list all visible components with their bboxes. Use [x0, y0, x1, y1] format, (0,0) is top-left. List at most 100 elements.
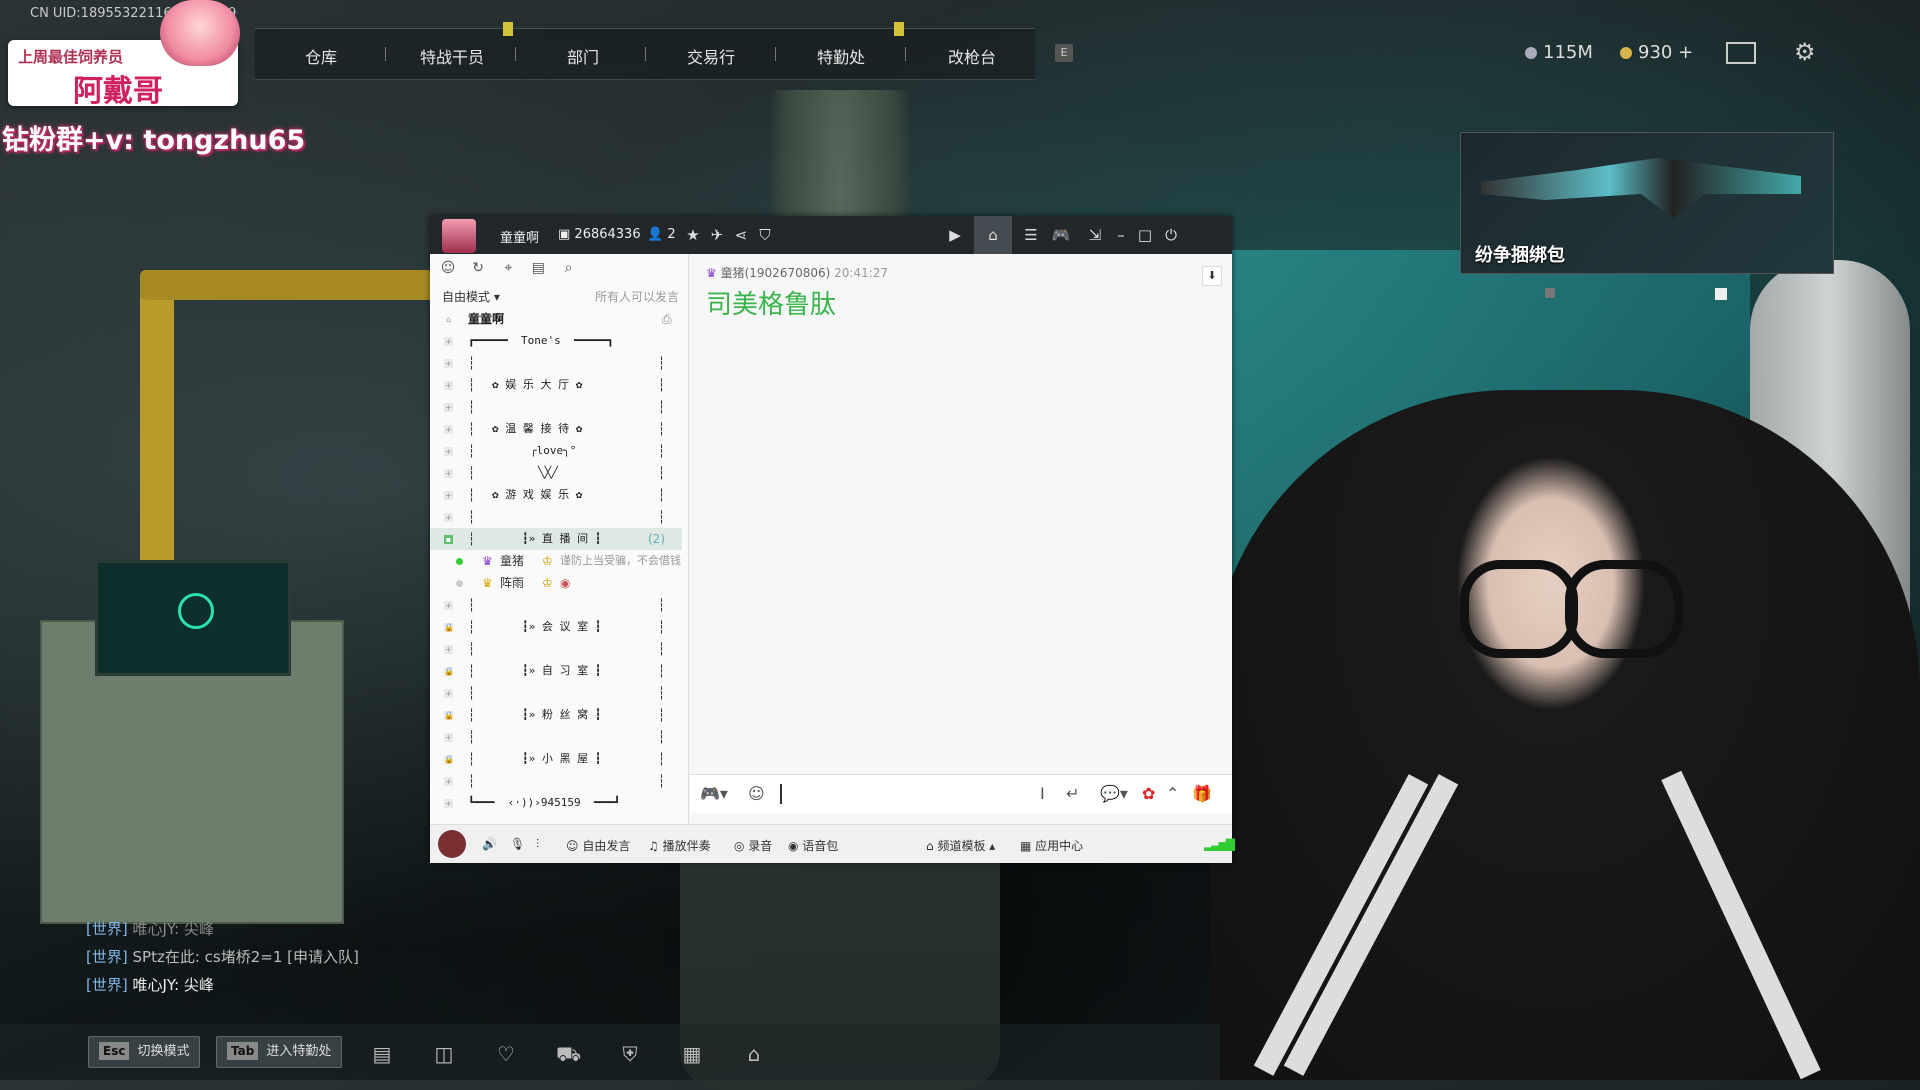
channel-item[interactable]: + ┆ ┆: [430, 726, 682, 748]
channel-item[interactable]: + ┆ ✿ 娱 乐 大 厅 ✿ ┆: [430, 374, 682, 396]
gift-icon[interactable]: 🎁: [1192, 784, 1212, 803]
minimize-icon[interactable]: –: [1110, 224, 1132, 246]
gear-icon[interactable]: ⚙: [1794, 38, 1816, 66]
scroll-bottom-icon[interactable]: ⬇: [1202, 266, 1222, 286]
channel-item[interactable]: 🔒 ┆ ┇» 小 黑 屋 ┇ ┆: [430, 748, 682, 770]
speaker-icon[interactable]: 🔊: [482, 837, 497, 851]
channel-template-button[interactable]: ⌂ 频道模板 ▴: [926, 837, 995, 854]
anime-girl-avatar: [160, 0, 240, 66]
maximize-icon[interactable]: □: [1134, 224, 1156, 246]
calendar-icon[interactable]: ▦: [680, 1042, 704, 1066]
channel-item[interactable]: + ┆ ✿ 游 戏 娱 乐 ✿ ┆: [430, 484, 682, 506]
gamepad-icon[interactable]: 🎮▾: [700, 784, 728, 803]
switch-mode-button[interactable]: Esc 切换模式: [88, 1036, 201, 1068]
carousel-dots: [1545, 286, 1765, 300]
channel-item[interactable]: + ┗━━━ ‹·))›945159 ━━━┛: [430, 792, 682, 814]
channel-item[interactable]: + ┆ ╭love╮° ┆: [430, 440, 682, 462]
channel-item[interactable]: + ┆ ┆: [430, 638, 682, 660]
message-meta: ♛ 童猪(1902670806) 20:41:27: [706, 266, 889, 280]
permission-label: 所有人可以发言: [595, 290, 680, 304]
channel-item[interactable]: 🔒 ┆ ┇» 会 议 室 ┇ ┆: [430, 616, 682, 638]
channel-avatar[interactable]: [442, 219, 476, 253]
sliders-icon[interactable]: ⫶: [536, 837, 539, 852]
shield-icon[interactable]: ⛉: [754, 224, 776, 246]
enter-special-ops-button[interactable]: Tab 进入特勤处: [216, 1036, 343, 1068]
crown-icon: ♔: [542, 554, 553, 568]
nav-department[interactable]: 部门: [567, 44, 599, 68]
channel-item[interactable]: + ┆ ┆: [430, 594, 682, 616]
app-center-button[interactable]: ▦ 应用中心: [1020, 837, 1083, 854]
user-row[interactable]: ♛ 童猪 ♔ 谨防上当受骗，不会借钱: [430, 550, 682, 572]
record-button[interactable]: ◎ 录音: [734, 837, 772, 854]
channel-item[interactable]: 🔒 ┆ ┇» 自 习 室 ┇ ┆: [430, 660, 682, 682]
channel-item[interactable]: + ┏━━━━━ Tone's ━━━━━┓: [430, 330, 682, 352]
cart-icon[interactable]: ⛟: [556, 1042, 581, 1066]
gold-coin-icon: [1620, 47, 1632, 59]
plane-icon[interactable]: ✈: [706, 224, 728, 246]
speech-bubble-icon[interactable]: 💬▾: [1100, 784, 1128, 803]
bundle-promo[interactable]: 纷争捆绑包: [1460, 132, 1834, 274]
nav-operators[interactable]: 特战干员: [420, 44, 484, 68]
channel-root[interactable]: ⌂ 童童啊 ⎙: [430, 308, 682, 330]
enter-icon[interactable]: ↵: [1066, 784, 1079, 803]
world-chat-line: [世界] SPtz在此: cs堵桥2=1 [申请入队]: [86, 948, 359, 966]
channel-item[interactable]: + ┆ ✿ 温 馨 接 待 ✿ ┆: [430, 418, 682, 440]
channel-item[interactable]: + ┆ ╲╳╱ ┆: [430, 462, 682, 484]
nav-gunsmith[interactable]: 改枪台: [948, 44, 996, 68]
chat-input-bar[interactable]: 🎮▾ ☺ I ↵ 💬▾ ✿ ⌃ 🎁: [690, 774, 1232, 813]
user-row[interactable]: ♛ 阵雨 ♔ ◉: [430, 572, 682, 594]
user-icon[interactable]: ☺: [438, 260, 458, 280]
mode-select[interactable]: 自由模式 ▾: [442, 288, 500, 305]
shield-heart-icon[interactable]: ♡: [494, 1042, 518, 1066]
lock-icon: ⎙: [662, 312, 672, 326]
flower-icon[interactable]: ✿: [1142, 784, 1155, 803]
live-room-channel[interactable]: ▪ ┆ ┇» 直 播 间 ┇ (2): [430, 528, 682, 550]
nav-warehouse[interactable]: 仓库: [305, 44, 337, 68]
mic-icon[interactable]: 🎙: [510, 837, 525, 851]
free-speak-toggle[interactable]: ☺ 自由发言: [566, 837, 630, 854]
world-chat-line: [世界] 唯心JY: 尖峰: [86, 976, 214, 994]
minimize-to-tray-icon[interactable]: ⇲: [1084, 224, 1106, 246]
channel-item[interactable]: 🔒 ┆ ┇» 粉 丝 窝 ┇ ┆: [430, 704, 682, 726]
play-music-button[interactable]: ♫ 播放伴奏: [648, 837, 711, 854]
refresh-icon[interactable]: ↻: [468, 260, 488, 280]
location-icon[interactable]: ⌖: [498, 260, 518, 280]
chat-icon[interactable]: ▤: [370, 1042, 394, 1066]
voice-pack-button[interactable]: ◉ 语音包: [788, 837, 838, 854]
nav-exchange[interactable]: 交易行: [687, 44, 735, 68]
nav-special-ops[interactable]: 特勤处: [817, 44, 865, 68]
star-icon[interactable]: ★: [682, 224, 704, 246]
yy-title-bar: 童童啊 ▣ 26864336 👤 2 ★ ✈ ⋖ ⛉ ▶ ⌂ ☰ 🎮 ⇲ – □…: [430, 216, 1232, 254]
emoji-search-icon[interactable]: ☺: [748, 784, 765, 803]
board-icon[interactable]: ▤: [528, 260, 548, 280]
channel-item[interactable]: + ┆ ┆: [430, 352, 682, 374]
gamepad-icon[interactable]: 🎮: [1050, 224, 1072, 246]
channel-item[interactable]: + ┆ ┆: [430, 506, 682, 528]
home-icon[interactable]: ⌂: [742, 1042, 766, 1066]
vip-icon: ♛: [482, 576, 493, 590]
silver-coin-icon: [1525, 47, 1537, 59]
nav-marker: [503, 22, 513, 36]
gift-icon[interactable]: ◫: [432, 1042, 456, 1066]
mail-icon[interactable]: [1726, 42, 1756, 64]
list-icon[interactable]: ☰: [1020, 224, 1042, 246]
console-screen: [95, 560, 291, 676]
vip-icon: ♛: [482, 554, 493, 568]
gold-currency[interactable]: 930 +: [1620, 42, 1693, 63]
crown-icon: ♔: [542, 576, 553, 590]
chevron-up-icon[interactable]: ⌃: [1166, 784, 1179, 803]
channel-item[interactable]: + ┆ ┆: [430, 682, 682, 704]
power-icon[interactable]: ⏻: [1160, 224, 1182, 246]
channel-item[interactable]: + ┆ ┆: [430, 770, 682, 792]
home-icon[interactable]: ⌂: [974, 216, 1012, 254]
glasses-left-lens: [1460, 560, 1578, 658]
channel-tree-panel: ☺ ↻ ⌖ ▤ ⌕ 自由模式 ▾ 所有人可以发言 ⌂ 童童啊 ⎙ + ┏━━━━━ T…: [430, 254, 689, 824]
channel-item[interactable]: + ┆ ┆: [430, 396, 682, 418]
user-avatar[interactable]: [438, 830, 466, 858]
channel-id: ▣ 26864336: [558, 227, 641, 242]
share-icon[interactable]: ⋖: [730, 224, 752, 246]
badge-icon[interactable]: ⛨: [618, 1042, 642, 1066]
search-icon[interactable]: ⌕: [559, 260, 579, 280]
video-icon[interactable]: ▶: [944, 224, 966, 246]
channel-toolbar: ☺ ↻ ⌖ ▤ ⌕: [438, 260, 585, 280]
